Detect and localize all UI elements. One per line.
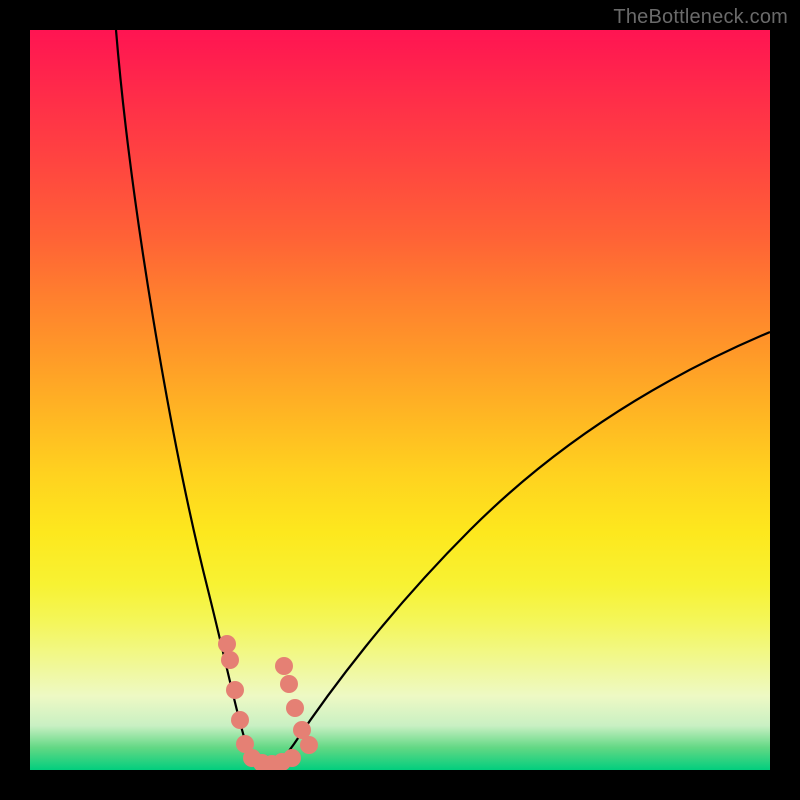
- gradient-plot-area: [30, 30, 770, 770]
- left-curve: [116, 30, 262, 770]
- marker-dot: [286, 699, 304, 717]
- marker-dot: [231, 711, 249, 729]
- marker-dot: [221, 651, 239, 669]
- marker-dot: [275, 657, 293, 675]
- marker-dot: [300, 736, 318, 754]
- bottom-marker-group: [243, 749, 301, 770]
- marker-dot: [283, 749, 301, 767]
- chart-frame: TheBottleneck.com: [0, 0, 800, 800]
- marker-dot: [226, 681, 244, 699]
- watermark-text: TheBottleneck.com: [613, 6, 788, 29]
- marker-dot: [280, 675, 298, 693]
- marker-dot: [218, 635, 236, 653]
- right-curve: [262, 332, 770, 770]
- curve-layer: [30, 30, 770, 770]
